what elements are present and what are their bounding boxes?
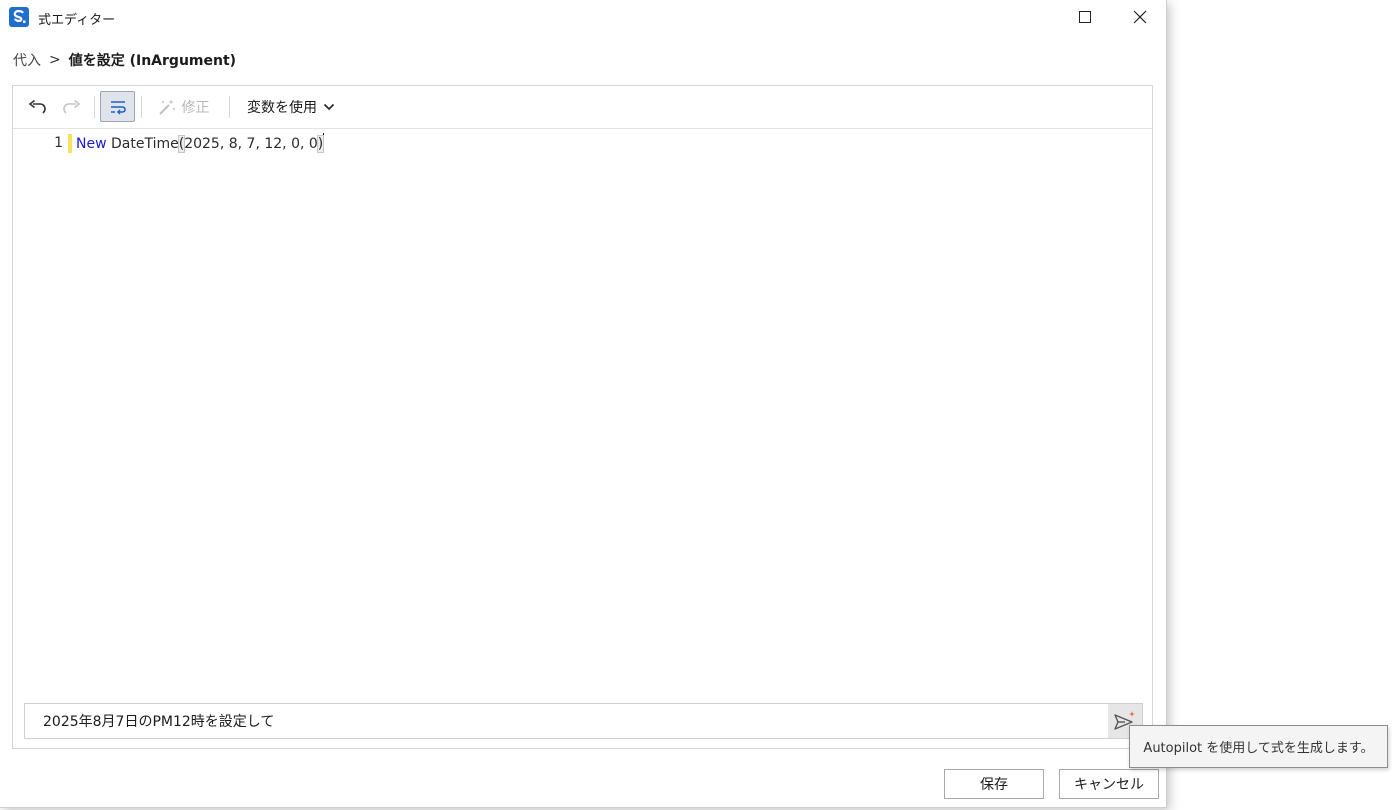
toolbar-divider bbox=[229, 96, 230, 118]
code-keyword: New bbox=[76, 136, 107, 152]
app-logo-icon bbox=[9, 7, 29, 27]
editor-toolbar: 修正 変数を使用 bbox=[13, 86, 1152, 129]
code-editor[interactable]: 1 New DateTime(2025, 8, 7, 12, 0, 0) bbox=[13, 129, 1152, 699]
maximize-button[interactable] bbox=[1062, 0, 1108, 34]
word-wrap-toggle[interactable] bbox=[100, 91, 135, 122]
breadcrumb-parent[interactable]: 代入 bbox=[13, 50, 41, 70]
fix-button[interactable]: 修正 bbox=[151, 92, 215, 122]
code-line: 1 New DateTime(2025, 8, 7, 12, 0, 0) bbox=[13, 133, 1152, 153]
redo-icon bbox=[63, 99, 81, 114]
expression-editor-window: 式エディター 代入 > 値を設定 (InArgument) 修正 変数を使用 1… bbox=[0, 0, 1167, 808]
changed-line-marker bbox=[68, 134, 72, 153]
magic-wand-icon bbox=[158, 99, 175, 115]
toolbar-divider bbox=[94, 96, 95, 118]
text-caret bbox=[323, 133, 325, 151]
code-arguments: 2025, 8, 7, 12, 0, 0 bbox=[184, 136, 318, 152]
title-bar: 式エディター bbox=[0, 0, 1167, 34]
code-text[interactable]: New DateTime(2025, 8, 7, 12, 0, 0) bbox=[76, 133, 325, 154]
word-wrap-icon bbox=[110, 100, 126, 115]
autopilot-prompt bbox=[24, 703, 1143, 739]
code-identifier: DateTime bbox=[106, 136, 179, 152]
breadcrumb: 代入 > 値を設定 (InArgument) bbox=[13, 50, 236, 70]
close-button[interactable] bbox=[1117, 0, 1163, 34]
maximize-icon bbox=[1079, 11, 1091, 23]
editor-panel: 修正 変数を使用 1 New DateTime(2025, 8, 7, 12, … bbox=[12, 85, 1153, 749]
close-icon bbox=[1133, 10, 1147, 24]
fix-label: 修正 bbox=[181, 100, 210, 116]
line-number: 1 bbox=[54, 135, 63, 151]
window-title: 式エディター bbox=[38, 13, 116, 28]
toolbar-divider bbox=[141, 96, 142, 118]
cancel-button[interactable]: キャンセル bbox=[1059, 769, 1159, 799]
autopilot-prompt-input[interactable] bbox=[25, 704, 1105, 738]
save-button[interactable]: 保存 bbox=[944, 769, 1044, 799]
undo-icon bbox=[28, 99, 46, 114]
use-variables-dropdown[interactable]: 変数を使用 bbox=[241, 92, 341, 122]
use-variables-label: 変数を使用 bbox=[247, 100, 317, 116]
redo-button[interactable] bbox=[56, 92, 88, 122]
breadcrumb-current: 値を設定 (InArgument) bbox=[68, 53, 237, 69]
chevron-down-icon bbox=[323, 103, 335, 111]
autopilot-tooltip: Autopilot を使用して式を生成します。 bbox=[1129, 725, 1388, 768]
breadcrumb-separator: > bbox=[49, 52, 61, 68]
undo-button[interactable] bbox=[21, 92, 53, 122]
